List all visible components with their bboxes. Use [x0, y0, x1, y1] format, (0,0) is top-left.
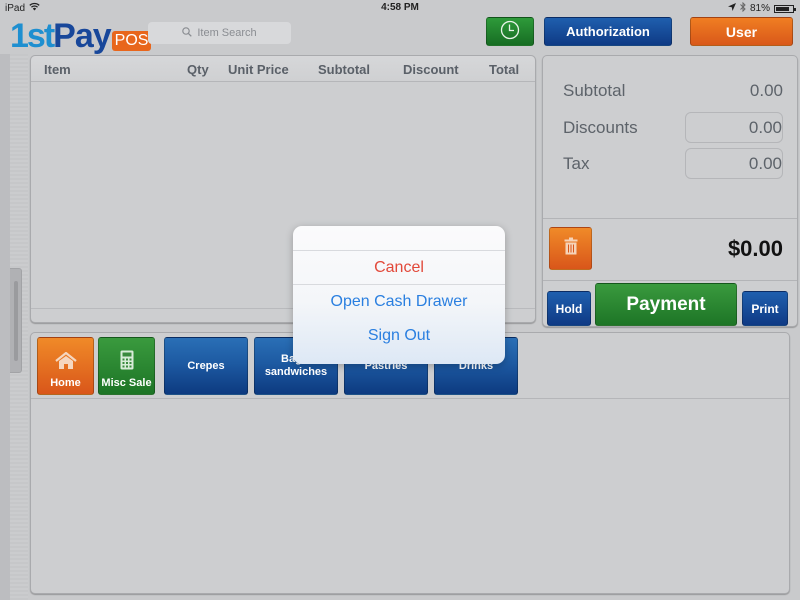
search-icon [182, 26, 193, 40]
sign-out-button[interactable]: Sign Out [293, 327, 505, 345]
user-button[interactable]: User [690, 17, 793, 46]
category-label-line2: sandwiches [264, 366, 328, 378]
grand-total: $0.00 [727, 236, 783, 261]
subtotal-label: Subtotal [563, 81, 626, 100]
totals-panel: Subtotal 0.00 Discounts 0.00 Tax 0.00 $0… [542, 55, 798, 327]
tax-field[interactable]: 0.00 [685, 148, 783, 179]
categories-panel: Home Misc Sale Crepes Bagel sandwiches P… [30, 332, 790, 594]
app-logo: 1st Pay POS [10, 17, 152, 55]
column-header-discount: Discount [403, 62, 459, 77]
item-search-input[interactable]: Item Search [148, 22, 291, 44]
order-table-header: Item Qty Unit Price Subtotal Discount To… [31, 56, 535, 82]
discounts-field[interactable]: 0.00 [685, 112, 783, 143]
cancel-button[interactable]: Cancel [293, 259, 505, 277]
clock-icon [500, 20, 520, 43]
status-bar: iPad 4:58 PM 81% [0, 0, 800, 16]
category-button-crepes[interactable]: Crepes [164, 337, 248, 395]
logo-pay: Pay [53, 17, 111, 55]
column-header-item: Item [44, 62, 71, 77]
column-header-qty: Qty [187, 62, 209, 77]
open-cash-drawer-button[interactable]: Open Cash Drawer [293, 293, 505, 311]
totals-divider-2 [543, 280, 797, 281]
category-label: Crepes [187, 359, 225, 372]
tax-label: Tax [563, 154, 590, 173]
popover-separator [293, 284, 505, 285]
drawer-grip [14, 281, 18, 361]
battery-fill [776, 6, 789, 11]
status-right: 81% [727, 1, 796, 15]
logo-pos: POS [111, 31, 152, 51]
user-actions-popover: Cancel Open Cash Drawer Sign Out [293, 226, 505, 364]
home-button[interactable]: Home [37, 337, 94, 395]
tax-value: 0.00 [748, 154, 782, 173]
column-header-unit-price: Unit Price [228, 62, 289, 77]
clock-button[interactable] [486, 17, 534, 46]
authorization-button[interactable]: Authorization [544, 17, 672, 46]
products-grid [31, 400, 789, 593]
discounts-value: 0.00 [748, 118, 782, 137]
calculator-icon [120, 350, 134, 374]
home-label: Home [50, 377, 81, 389]
battery-icon [774, 4, 796, 13]
logo-1st: 1st [10, 17, 55, 55]
subtotal-value: 0.00 [749, 81, 783, 100]
column-header-total: Total [489, 62, 520, 77]
misc-sale-label: Misc Sale [101, 377, 152, 389]
left-rail [0, 54, 10, 600]
side-drawer-handle[interactable] [10, 268, 22, 373]
home-icon [54, 351, 77, 374]
discounts-label: Discounts [563, 118, 638, 137]
misc-sale-button[interactable]: Misc Sale [98, 337, 155, 395]
bluetooth-icon [740, 1, 746, 15]
column-header-subtotal: Subtotal [318, 62, 370, 77]
clear-order-button[interactable] [549, 227, 592, 270]
hold-button[interactable]: Hold [547, 291, 591, 326]
search-placeholder: Item Search [197, 27, 257, 39]
print-button[interactable]: Print [742, 291, 788, 326]
status-time: 4:58 PM [381, 2, 419, 13]
battery-percent: 81% [749, 3, 770, 14]
totals-divider [543, 218, 797, 219]
trash-icon [564, 237, 578, 260]
popover-separator [293, 250, 505, 251]
location-arrow-icon [727, 3, 736, 14]
payment-button[interactable]: Payment [595, 283, 737, 326]
